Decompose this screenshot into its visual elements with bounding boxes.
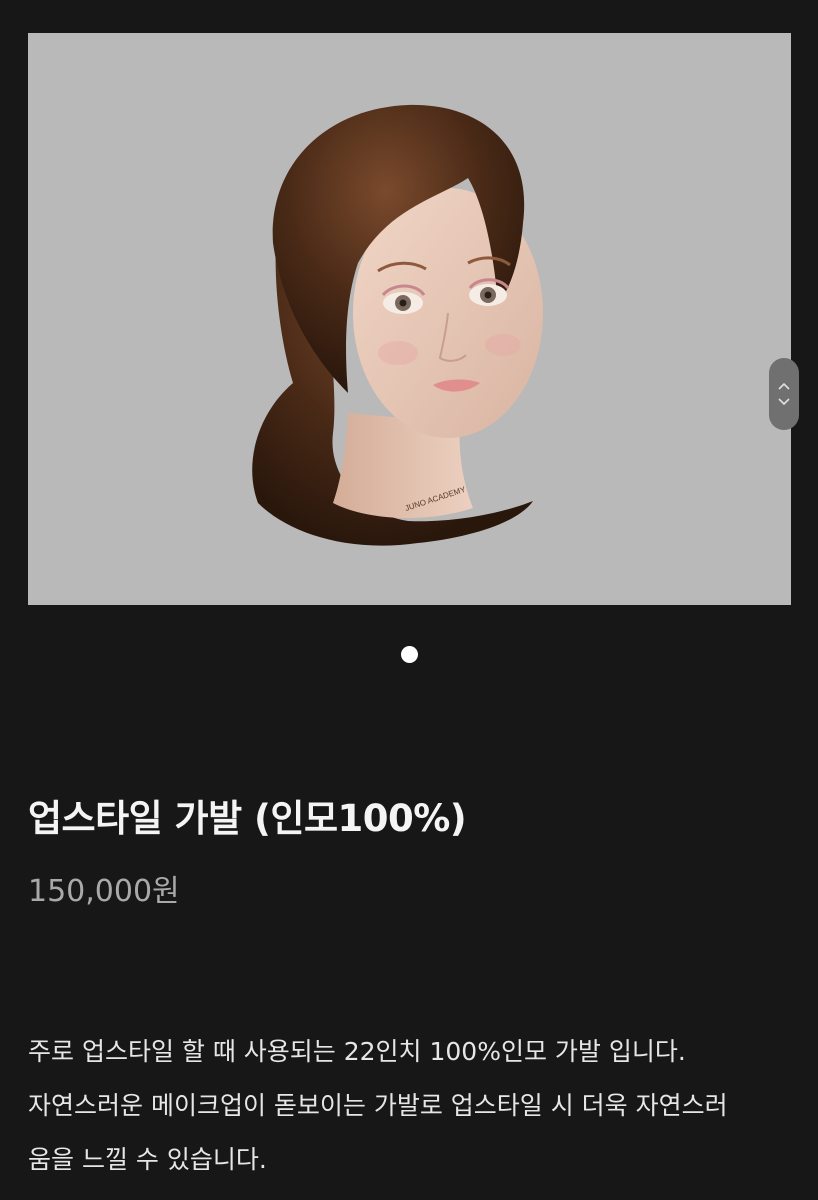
product-image[interactable]: JUNO ACADEMY — [28, 33, 791, 605]
carousel-dot-active[interactable] — [400, 646, 418, 663]
chevron-down-icon[interactable] — [777, 397, 791, 407]
description-line: 주로 업스타일 할 때 사용되는 22인치 100%인모 가발 입니다. — [28, 1037, 686, 1066]
product-title: 업스타일 가발 (인모100%) — [28, 797, 467, 840]
carousel-indicator — [0, 646, 818, 663]
product-description: 주로 업스타일 할 때 사용되는 22인치 100%인모 가발 입니다. 자연스… — [28, 1025, 798, 1187]
product-price: 150,000원 — [28, 874, 180, 909]
chevron-up-icon[interactable] — [777, 381, 791, 391]
description-line: 움을 느낄 수 있습니다. — [28, 1145, 267, 1174]
mannequin-illustration: JUNO ACADEMY — [252, 104, 543, 546]
scroll-control[interactable] — [769, 358, 799, 430]
description-line: 자연스러운 메이크업이 돋보이는 가발로 업스타일 시 더욱 자연스러 — [28, 1091, 728, 1120]
